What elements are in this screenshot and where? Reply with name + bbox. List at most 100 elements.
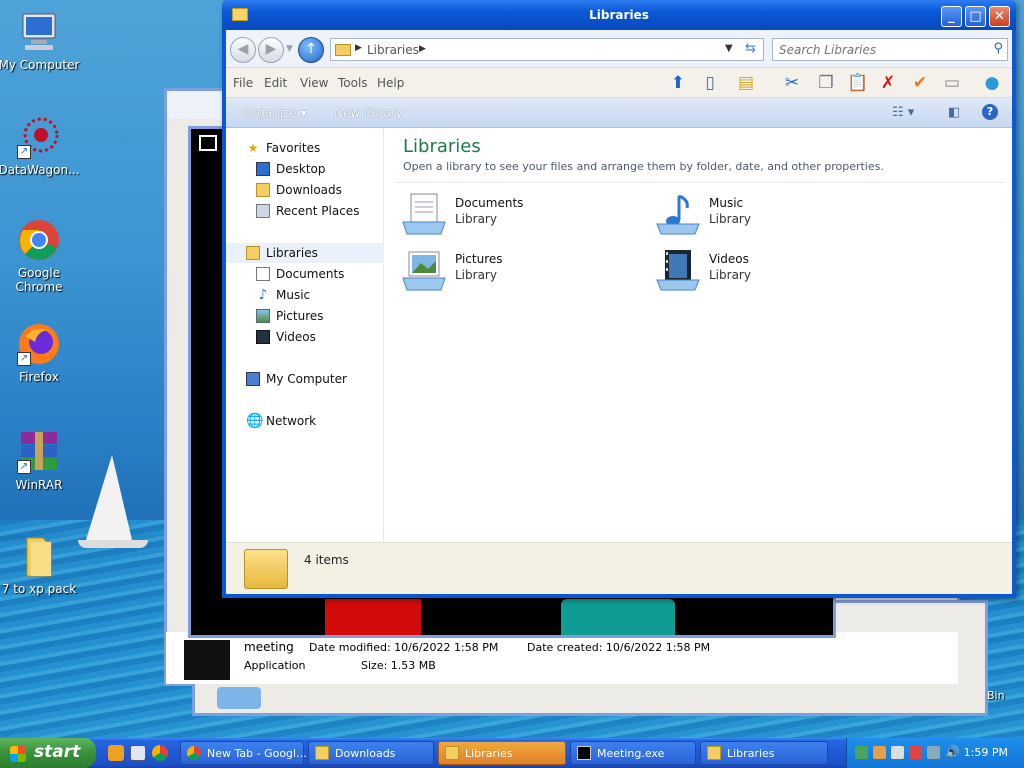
shortcut-arrow-icon: ↗ [17, 352, 31, 366]
show-desktop-icon[interactable] [130, 745, 146, 761]
tray-app-icon[interactable] [873, 746, 886, 759]
chrome-icon [17, 218, 61, 262]
nav-videos[interactable]: Videos [226, 327, 384, 347]
maximize-button[interactable]: □ [965, 6, 986, 27]
desktop-icon-label: DataWagon... [0, 163, 80, 177]
explorer-window-libraries[interactable]: Libraries _ □ ✕ ◀ ▶ ▼ ↑ ▶ Libraries ▶ ▼ … [222, 0, 1016, 598]
desktop-icon-label: WinRAR [15, 478, 63, 492]
new-library-button[interactable]: New library [334, 106, 403, 120]
library-videos[interactable]: Videos Library [655, 246, 875, 296]
desktop-icon-chrome[interactable]: Google Chrome [0, 218, 84, 294]
close-button[interactable]: ✕ [989, 6, 1010, 27]
pictures-icon [256, 309, 270, 323]
nav-libraries[interactable]: Libraries [226, 243, 384, 263]
nav-documents[interactable]: Documents [226, 264, 384, 284]
nav-my-computer[interactable]: My Computer [226, 369, 384, 389]
up-button[interactable]: ↑ [298, 37, 324, 63]
search-box[interactable]: ⚲ [772, 38, 1008, 61]
nav-pictures[interactable]: Pictures [226, 306, 384, 326]
chrome-quicklaunch-icon[interactable] [152, 745, 168, 761]
start-button[interactable]: start [0, 738, 96, 768]
media-player-icon[interactable] [108, 745, 124, 761]
menu-tools[interactable]: Tools [338, 76, 368, 90]
refresh-icon[interactable]: ⇆ [745, 41, 756, 56]
search-icon[interactable]: ⚲ [993, 41, 1003, 56]
breadcrumb-libraries[interactable]: Libraries [367, 43, 419, 57]
meeting-teal-panel [561, 599, 675, 635]
minimize-button[interactable]: _ [941, 6, 962, 27]
desktop-icon [256, 162, 270, 176]
organize-button[interactable]: Organize ▾ [243, 106, 307, 120]
desktop-icon-my-computer[interactable]: My Computer [0, 10, 84, 72]
recycle-bin-label[interactable]: Bin [987, 689, 1005, 702]
taskbar: start New Tab - Googl... Downloads Libra… [0, 738, 1024, 768]
library-music[interactable]: Music Library [655, 190, 875, 240]
delete-icon[interactable]: ✗ [876, 72, 900, 94]
views-icon[interactable]: ▤ [734, 72, 758, 94]
help-icon[interactable]: ? [982, 104, 998, 120]
clock[interactable]: 1:59 PM [964, 746, 1008, 759]
nav-network[interactable]: 🌐 Network [226, 411, 384, 431]
desktop-icon-label: 7 to xp pack [1, 582, 77, 596]
copy-icon[interactable]: ❐ [814, 72, 838, 94]
menu-file[interactable]: File [233, 76, 253, 90]
checkmark-icon[interactable]: ✔ [908, 72, 932, 94]
paste-icon[interactable]: 📋 [846, 72, 870, 94]
security-alert-icon[interactable] [909, 746, 922, 759]
status-bar: 4 items [226, 542, 1012, 594]
downloads-folder-icon [256, 183, 270, 197]
application-thumbnail [184, 640, 230, 680]
menu-help[interactable]: Help [377, 76, 404, 90]
breadcrumb-chevron-icon[interactable]: ▶ [355, 43, 362, 53]
search-input[interactable] [779, 40, 979, 60]
nav-recent-places[interactable]: Recent Places [226, 201, 384, 221]
address-dropdown-icon[interactable]: ▼ [725, 43, 733, 54]
task-chrome[interactable]: New Tab - Googl... [180, 741, 307, 765]
computer-icon [246, 372, 260, 386]
view-options-icon[interactable]: ☷ ▾ [892, 105, 914, 120]
firefox-icon: ↗ [17, 322, 61, 366]
forward-button[interactable]: ▶ [258, 37, 284, 63]
task-downloads[interactable]: Downloads [308, 741, 434, 765]
folder-icon [445, 746, 459, 760]
page-title: Libraries [403, 136, 481, 157]
folders-pane-icon[interactable]: ▯ [698, 72, 722, 94]
desktop-icon-xp-pack[interactable]: 7 to xp pack [0, 534, 84, 596]
safely-remove-icon[interactable] [891, 746, 904, 759]
task-libraries[interactable]: Libraries [700, 741, 828, 765]
breadcrumb-chevron-icon[interactable]: ▶ [419, 44, 426, 54]
nav-downloads[interactable]: Downloads [226, 180, 384, 200]
preview-pane-icon[interactable]: ◧ [948, 105, 960, 120]
desktop-icon-label: Firefox [19, 370, 59, 384]
history-dropdown-icon[interactable]: ▼ [286, 44, 293, 54]
address-field[interactable]: ▶ Libraries ▶ ▼ ⇆ [330, 38, 764, 61]
network-globe-icon: 🌐 [246, 413, 264, 429]
desktop-icon-datawagon[interactable]: ↗ DataWagon... [0, 115, 84, 177]
menu-view[interactable]: View [300, 76, 328, 90]
nav-favorites[interactable]: ★ Favorites [226, 138, 384, 158]
library-documents[interactable]: Documents Library [401, 190, 621, 240]
menu-edit[interactable]: Edit [264, 76, 287, 90]
task-libraries-active[interactable]: Libraries [438, 741, 566, 765]
window-titlebar[interactable]: Libraries _ □ ✕ [222, 0, 1016, 30]
desktop-icon-label: Google Chrome [15, 266, 63, 294]
desktop-icon-firefox[interactable]: ↗ Firefox [0, 322, 84, 384]
network-status-icon[interactable] [855, 746, 868, 759]
up-folder-icon[interactable]: ⬆ [666, 72, 690, 94]
cut-icon[interactable]: ✂ [780, 72, 804, 94]
library-pictures[interactable]: Pictures Library [401, 246, 621, 296]
back-button[interactable]: ◀ [230, 37, 256, 63]
tray-monitor-icon[interactable] [927, 746, 940, 759]
sailboat-sail [86, 455, 132, 540]
windows-orb-icon[interactable]: ● [980, 72, 1004, 94]
desktop-icon-winrar[interactable]: ↗ WinRAR [0, 430, 84, 492]
page-subtitle: Open a library to see your files and arr… [403, 160, 884, 173]
volume-icon[interactable]: 🔊 [945, 746, 960, 759]
nav-desktop[interactable]: Desktop [226, 159, 384, 179]
nav-music[interactable]: ♪ Music [226, 285, 384, 305]
properties-icon[interactable]: ▭ [940, 72, 964, 94]
task-meeting[interactable]: Meeting.exe [570, 741, 696, 765]
system-tray: 🔊 1:59 PM [846, 738, 1024, 768]
windows-logo-icon [10, 746, 26, 762]
menu-bar: File Edit View Tools Help ⬆ ▯ ▤ ✂ ❐ 📋 ✗ … [226, 68, 1012, 98]
